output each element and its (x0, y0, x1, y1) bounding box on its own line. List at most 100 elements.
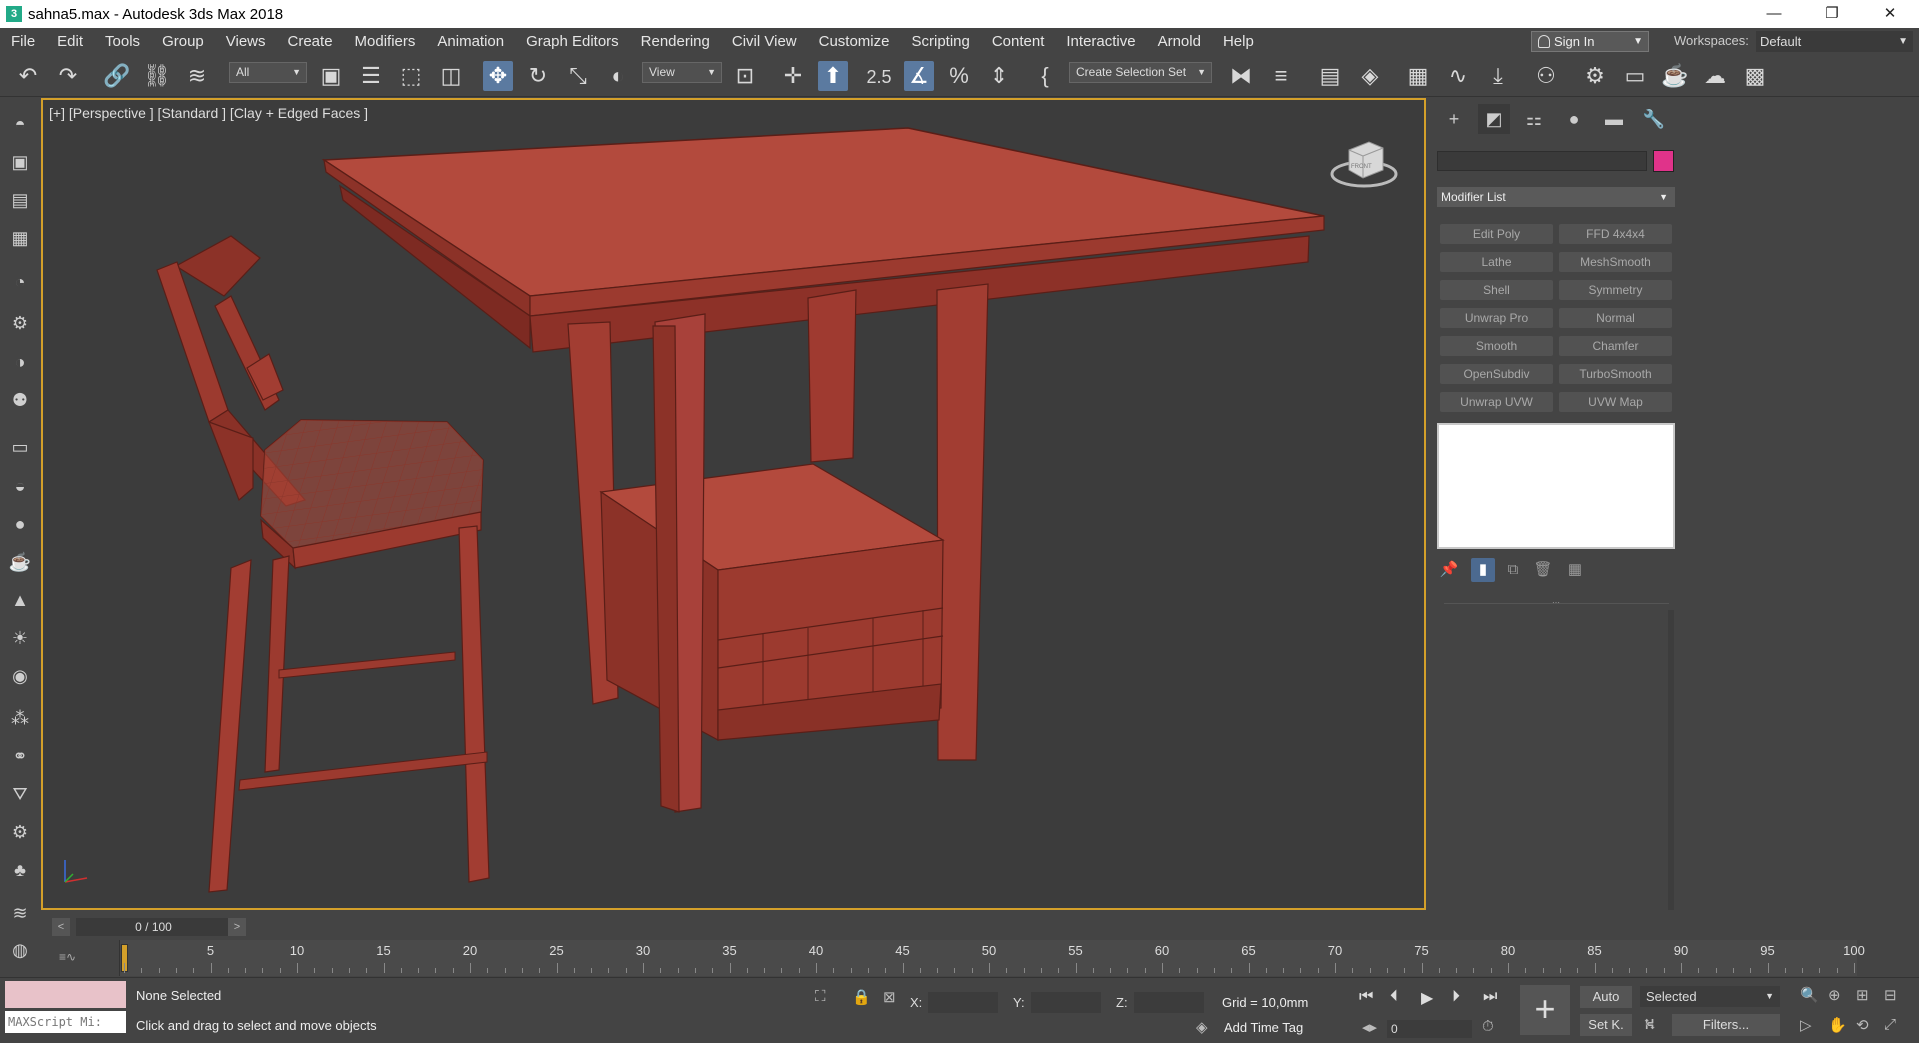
spinner-snap-icon[interactable]: ⇕ (984, 61, 1014, 91)
layer-list-icon[interactable]: ▦ (7, 225, 33, 251)
systems-icon[interactable]: ⚉ (7, 387, 33, 413)
modifier-button-symmetry[interactable]: Symmetry (1559, 280, 1672, 300)
bind-space-warp-icon[interactable]: ≋ (182, 61, 212, 91)
menu-animation[interactable]: Animation (426, 33, 515, 50)
time-slider[interactable]: < 0 / 100 > (43, 915, 1428, 939)
edit-named-selection-icon[interactable]: { (1030, 61, 1060, 91)
modifier-stack[interactable] (1437, 423, 1675, 549)
time-tag-icon[interactable]: ◈ (1196, 1018, 1208, 1036)
create-tab-icon[interactable]: + (1438, 104, 1470, 134)
key-filters-button[interactable]: Filters... (1672, 1014, 1780, 1036)
menu-create[interactable]: Create (277, 33, 344, 50)
y-coord-field[interactable] (1031, 992, 1101, 1013)
zoom-extents-all-icon[interactable]: ⊟ (1884, 986, 1897, 1004)
pan-view-icon[interactable]: ✋ (1828, 1016, 1847, 1034)
angle-snap-icon[interactable]: ∡ (904, 61, 934, 91)
modifier-button-ffd[interactable]: FFD 4x4x4 (1559, 224, 1672, 244)
key-filters-icon[interactable]: ⛕ (1644, 1016, 1655, 1035)
isolate-selection-icon[interactable]: ⛶ (815, 988, 826, 1005)
selection-filter-select[interactable]: All ▼ (229, 62, 307, 83)
maxscript-listener-output[interactable] (5, 981, 126, 1008)
modifier-button-turbosmooth[interactable]: TurboSmooth (1559, 364, 1672, 384)
menu-graph-editors[interactable]: Graph Editors (515, 33, 630, 50)
redo-icon[interactable]: ↷ (53, 61, 83, 91)
select-manipulate-icon[interactable]: ✛ (778, 61, 808, 91)
play-icon[interactable]: ▶ (1421, 988, 1433, 1008)
mini-curve-editor-icon[interactable]: ≡∿ (59, 950, 76, 964)
menu-help[interactable]: Help (1212, 33, 1265, 50)
time-slider-prev-button[interactable]: < (52, 918, 70, 936)
auto-key-button[interactable]: Auto (1580, 986, 1632, 1008)
modifier-button-normal[interactable]: Normal (1559, 308, 1672, 328)
scene-explorer-icon[interactable]: ▤ (1315, 61, 1345, 91)
render-setup-icon[interactable]: ⚙ (1580, 61, 1610, 91)
modifier-button-opensubdiv[interactable]: OpenSubdiv (1440, 364, 1553, 384)
particle-system-icon[interactable]: ⁂ (7, 705, 33, 731)
make-unique-icon[interactable]: ⧉ (1501, 558, 1525, 582)
omni-light-icon[interactable]: ◉ (7, 663, 33, 689)
dynamics-icon[interactable]: ⚭ (7, 743, 33, 769)
cone-icon[interactable]: ▲ (7, 587, 33, 613)
zoom-icon[interactable]: 🔍 (1800, 986, 1819, 1004)
close-button[interactable]: ✕ (1861, 0, 1919, 28)
sun-light-icon[interactable]: ☀ (7, 625, 33, 651)
menu-views[interactable]: Views (215, 33, 277, 50)
modifier-button-edit-poly[interactable]: Edit Poly (1440, 224, 1553, 244)
menu-group[interactable]: Group (151, 33, 215, 50)
add-time-tag[interactable]: Add Time Tag (1224, 1020, 1303, 1035)
menu-rendering[interactable]: Rendering (630, 33, 721, 50)
plant-icon[interactable]: ♣ (7, 857, 33, 883)
configure-modifier-sets-icon[interactable]: ▦ (1563, 558, 1587, 582)
chair-model[interactable] (156, 235, 490, 893)
render-production-icon[interactable]: ☕ (1660, 61, 1690, 91)
sphere-icon[interactable]: ◒ (7, 473, 33, 499)
link-icon[interactable]: 🔗 (102, 61, 132, 91)
go-to-end-icon[interactable]: ⏭ (1483, 988, 1497, 1006)
motion-tab-icon[interactable]: ● (1558, 104, 1590, 134)
viewcube[interactable]: FRONT (1329, 132, 1399, 188)
rendered-frame-window-icon[interactable]: ▭ (1620, 61, 1650, 91)
place-icon[interactable]: ◐ (603, 61, 633, 91)
select-move-icon[interactable]: ✥ (483, 61, 513, 91)
unlink-icon[interactable]: ⛓ (142, 61, 172, 91)
space-warps-icon[interactable]: ◑ (7, 349, 33, 375)
sign-in-button[interactable]: Sign In ▼ (1531, 31, 1649, 52)
modifier-button-uvw-map[interactable]: UVW Map (1559, 392, 1672, 412)
minimize-button[interactable]: — (1745, 0, 1803, 28)
teapot-icon[interactable]: ☕ (7, 549, 33, 575)
current-frame-field[interactable]: 0 (1387, 1020, 1472, 1038)
zoom-extents-icon[interactable]: ⊞ (1856, 986, 1869, 1004)
menu-file[interactable]: File (0, 33, 46, 50)
z-coord-field[interactable] (1134, 992, 1204, 1013)
workspace-select[interactable]: Default ▼ (1756, 31, 1913, 52)
schematic-view-icon[interactable]: ⚇ (1531, 61, 1561, 91)
menu-tools[interactable]: Tools (94, 33, 151, 50)
gear-icon[interactable]: ⚙ (7, 819, 33, 845)
menu-content[interactable]: Content (981, 33, 1056, 50)
keyboard-shortcut-override-icon[interactable]: ⬆ (818, 61, 848, 91)
modifier-button-unwrap-uvw[interactable]: Unwrap UVW (1440, 392, 1553, 412)
viewport-layouts-icon[interactable]: ◓ (7, 111, 33, 137)
divider-grip-icon[interactable]: ⋯ (1552, 598, 1564, 607)
menu-edit[interactable]: Edit (46, 33, 94, 50)
box-icon[interactable]: ▭ (7, 434, 33, 460)
select-by-name-icon[interactable]: ☰ (356, 61, 386, 91)
display-tab-icon[interactable]: ▬ (1598, 104, 1630, 134)
modifier-list-select[interactable]: Modifier List ▼ (1437, 187, 1675, 207)
orbit-icon[interactable]: ⟲ (1856, 1016, 1869, 1034)
modifier-button-unwrap-pro[interactable]: Unwrap Pro (1440, 308, 1553, 328)
restore-button[interactable]: ❐ (1803, 0, 1861, 28)
zoom-all-icon[interactable]: ⊕ (1828, 986, 1841, 1004)
align-icon[interactable]: ≡ (1266, 61, 1296, 91)
modifier-button-meshsmooth[interactable]: MeshSmooth (1559, 252, 1672, 272)
rectangular-selection-icon[interactable]: ⬚ (396, 61, 426, 91)
menu-customize[interactable]: Customize (808, 33, 901, 50)
biped-icon[interactable]: ⛛ (7, 781, 33, 807)
modify-tab-icon[interactable]: ◩ (1478, 104, 1510, 134)
lights-cameras-icon[interactable]: ◔ (7, 269, 33, 295)
x-coord-field[interactable] (928, 992, 998, 1013)
maximize-viewport-icon[interactable]: ⤢ (1884, 1016, 1896, 1033)
named-selection-sets-select[interactable]: Create Selection Set ▼ (1069, 62, 1212, 83)
next-frame-icon[interactable]: ⏵ (1452, 988, 1460, 1006)
undo-icon[interactable]: ↶ (13, 61, 43, 91)
